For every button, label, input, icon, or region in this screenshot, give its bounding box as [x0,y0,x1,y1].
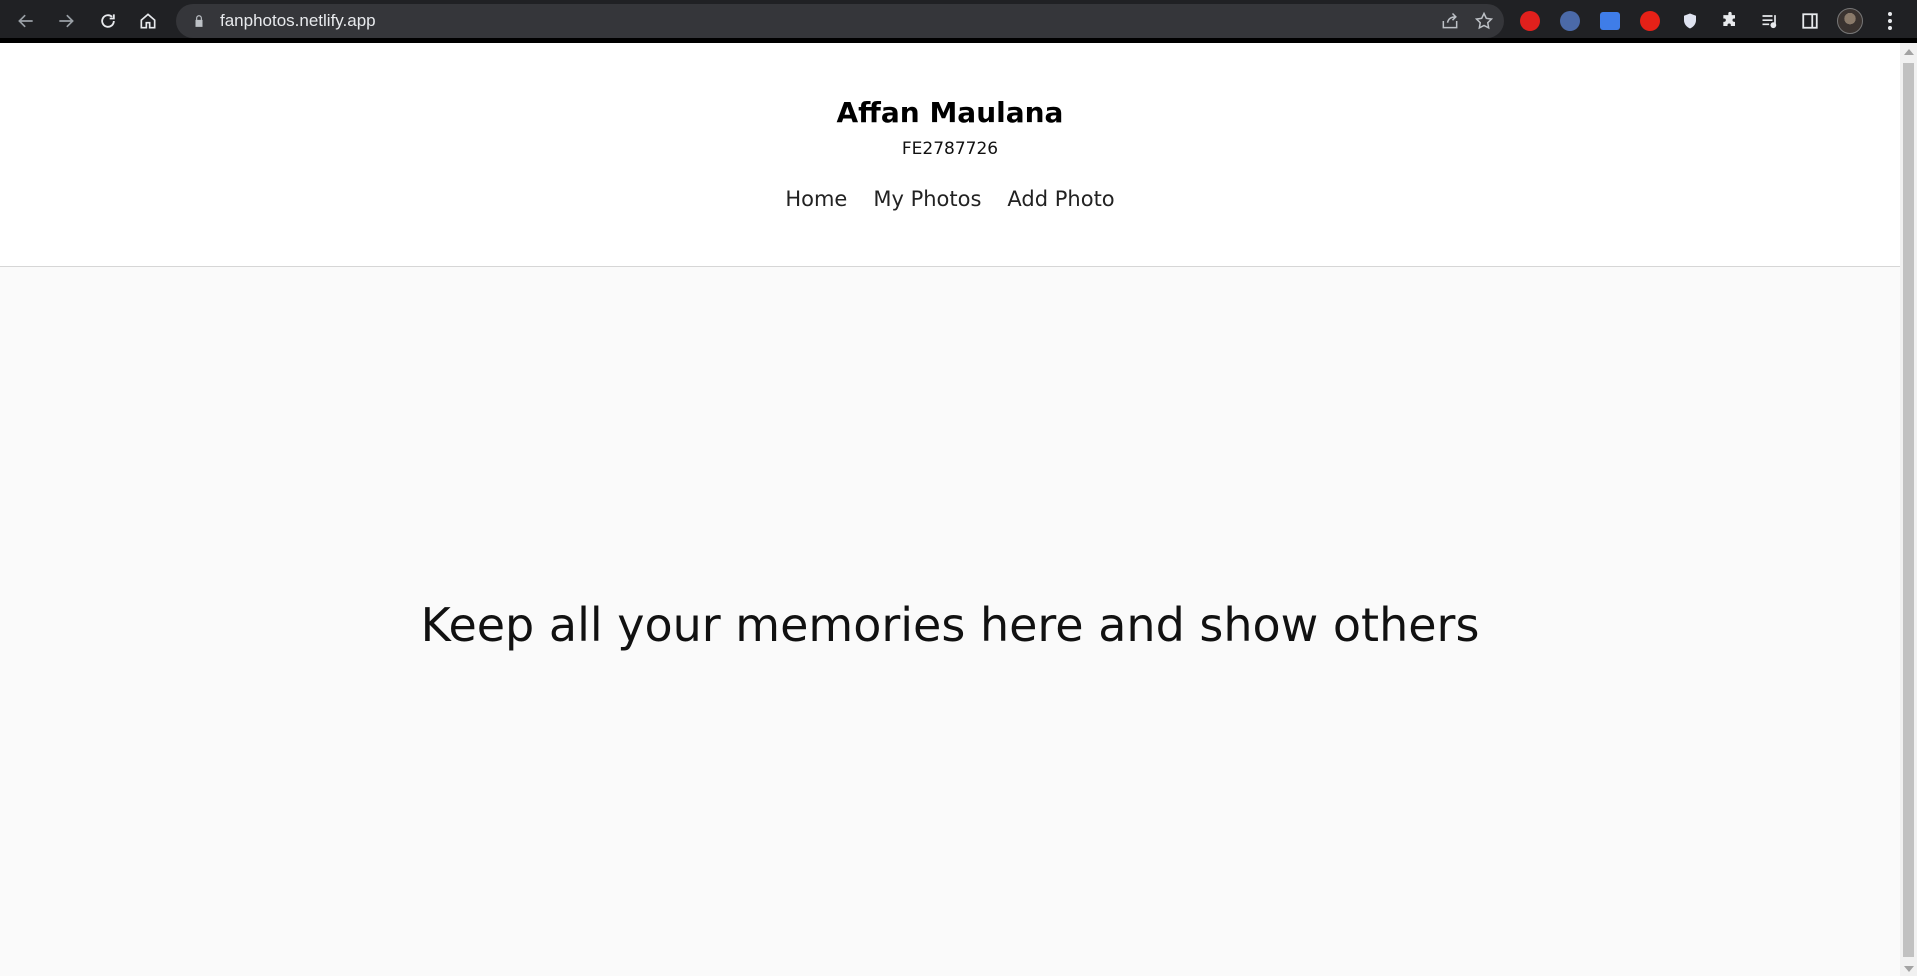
media-queue-icon [1762,15,1777,29]
shield-extension[interactable] [1672,3,1708,39]
home-button[interactable] [128,1,168,41]
page-content: Affan Maulana FE2787726 Home My Photos A… [0,43,1900,976]
nav-link-add-photo[interactable]: Add Photo [1007,187,1114,211]
site-title: Affan Maulana [836,96,1064,129]
puzzle-icon [1723,11,1735,26]
forward-arrow-icon [59,14,74,28]
cursor-extension[interactable] [1552,3,1588,39]
url-text[interactable]: fanphotos.netlify.app [220,11,376,31]
nav-link-my-photos[interactable]: My Photos [873,187,981,211]
youtube-extension[interactable] [1632,3,1668,39]
site-header: Affan Maulana FE2787726 Home My Photos A… [0,43,1900,267]
back-button[interactable] [6,1,46,41]
hero-text: Keep all your memories here and show oth… [420,598,1480,652]
lock-icon [195,15,203,27]
translate-extension[interactable] [1592,3,1628,39]
reload-button[interactable] [88,1,128,41]
profile-button[interactable] [1832,3,1868,39]
site-nav: Home My Photos Add Photo [0,187,1900,211]
side-panel-icon [1802,13,1818,29]
forward-button[interactable] [46,1,86,41]
scroll-down-arrow-icon[interactable] [1904,966,1914,972]
extensions-bar [1512,0,1908,42]
cursor-icon [1560,11,1580,31]
translate-icon [1600,12,1620,30]
page-scrollbar[interactable] [1900,43,1917,976]
home-icon [140,13,156,29]
back-arrow-icon [18,14,33,28]
reload-icon [101,14,115,28]
browser-menu-button[interactable] [1872,3,1908,39]
scroll-up-arrow-icon[interactable] [1904,49,1914,55]
side-panel-button[interactable] [1792,3,1828,39]
star-icon[interactable] [1474,11,1494,31]
browser-toolbar: fanphotos.netlify.app [0,0,1917,42]
shield-icon [1684,13,1696,29]
nav-link-home[interactable]: Home [785,187,847,211]
youtube-icon [1640,11,1660,31]
media-queue-button[interactable] [1752,3,1788,39]
extensions-button[interactable] [1712,3,1748,39]
address-bar[interactable]: fanphotos.netlify.app [176,4,1504,38]
avatar [1837,8,1863,34]
scrollbar-thumb[interactable] [1903,63,1914,957]
site-subtitle: FE2787726 [901,139,999,159]
share-icon[interactable] [1440,11,1460,31]
adblock-icon [1520,11,1540,31]
adblock-extension[interactable] [1512,3,1548,39]
kebab-menu-icon [1888,12,1892,30]
